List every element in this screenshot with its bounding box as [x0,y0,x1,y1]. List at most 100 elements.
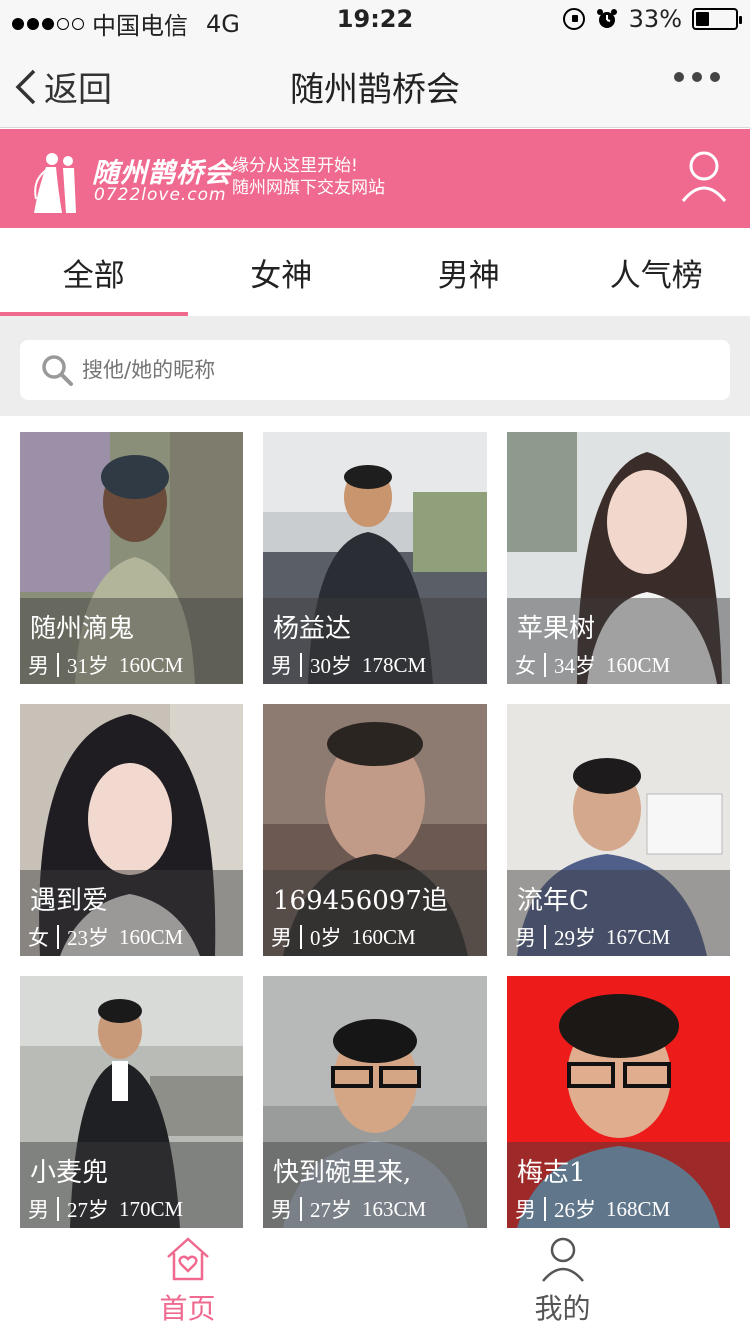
profile-gender: 女 [515,654,536,678]
tab-god[interactable]: 男神 [375,228,563,316]
profile-card[interactable]: 快到碗里来, 男 27岁 163CM [263,976,487,1228]
meta-divider [57,1197,59,1221]
profile-nickname: 杨益达 [273,614,352,644]
user-profile-icon[interactable] [680,149,728,205]
profile-age: 31岁 [67,654,109,678]
profile-info: 快到碗里来, 男 27岁 163CM [263,1142,487,1228]
page-title: 随州鹊桥会 [290,70,460,110]
profile-card[interactable]: 梅志1 男 26岁 168CM [507,976,730,1228]
profile-age: 29岁 [554,926,596,950]
profile-gender: 男 [28,654,49,678]
profile-card[interactable]: 随州滴鬼 男 31岁 160CM [20,432,243,684]
profile-height: 178CM [362,652,427,677]
meta-divider [57,653,59,677]
tab-goddess[interactable]: 女神 [188,228,376,316]
slogan: 缘分从这里开始! 随州网旗下交友网站 [232,155,385,199]
profile-gender: 女 [28,926,49,950]
meta-divider [544,1197,546,1221]
profile-gender: 男 [271,1198,292,1222]
tab-popularity[interactable]: 人气榜 [563,228,750,316]
profile-nickname: 遇到爱 [30,886,109,916]
meta-divider [300,653,302,677]
more-menu-button[interactable] [674,72,720,82]
profile-gender: 男 [515,1198,536,1222]
profile-meta: 男 0岁 160CM [271,922,416,952]
profile-height: 163CM [362,1196,427,1221]
meta-divider [544,925,546,949]
profile-info: 梅志1 男 26岁 168CM [507,1142,730,1228]
profile-meta: 男 29岁 167CM [515,922,670,952]
profile-age: 30岁 [310,654,352,678]
bottom-tab-label: 首页 [159,1292,216,1325]
home-heart-icon [166,1237,209,1281]
profile-nickname: 苹果树 [517,614,596,644]
slogan-line-2: 随州网旗下交友网站 [232,178,385,198]
meta-divider [544,653,546,677]
profile-card[interactable]: 杨益达 男 30岁 178CM [263,432,487,684]
bottom-tab-bar: 首页 我的 [0,1229,750,1334]
bottom-tab-mine[interactable]: 我的 [375,1229,750,1334]
profile-meta: 男 26岁 168CM [515,1194,670,1224]
profile-grid: 随州滴鬼 男 31岁 160CM 杨益达 男 30岁 178CM 苹果树 女 3… [20,432,730,1228]
profile-info: 小麦兜 男 27岁 170CM [20,1142,243,1228]
profile-age: 27岁 [310,1198,352,1222]
profile-age: 23岁 [67,926,109,950]
profile-meta: 男 31岁 160CM [28,650,183,680]
tab-all[interactable]: 全部 [0,228,188,316]
profile-nickname: 梅志1 [517,1158,586,1188]
couple-logo-icon [34,153,76,213]
bottom-tab-label: 我的 [534,1292,591,1325]
search-section [0,316,750,416]
meta-divider [300,1197,302,1221]
bottom-tab-home[interactable]: 首页 [0,1229,375,1334]
profile-age: 0岁 [310,926,342,950]
profile-age: 27岁 [67,1198,109,1222]
profile-meta: 女 23岁 160CM [28,922,183,952]
search-input[interactable] [82,358,682,382]
profile-info: 流年C 男 29岁 167CM [507,870,730,956]
alarm-icon [596,9,617,28]
nav-bar: 返回 随州鹊桥会 [0,40,750,128]
profile-card[interactable]: 遇到爱 女 23岁 160CM [20,704,243,956]
profile-gender: 男 [271,654,292,678]
battery-percent: 33% [628,5,682,33]
site-banner: 随州鹊桥会 0722love.com 缘分从这里开始! 随州网旗下交友网站 [0,129,750,228]
profile-info: 169456097追 男 0岁 160CM [263,870,487,956]
profile-nickname: 流年C [517,886,589,916]
profile-height: 160CM [119,924,184,949]
profile-height: 160CM [351,924,416,949]
search-box[interactable] [20,340,730,400]
rotation-lock-icon [562,8,585,30]
profile-height: 167CM [606,924,671,949]
profile-meta: 男 27岁 170CM [28,1194,183,1224]
profile-gender: 男 [28,1198,49,1222]
profile-info: 随州滴鬼 男 31岁 160CM [20,598,243,684]
more-dots-icon [674,72,684,82]
profile-gender: 男 [271,926,292,950]
search-icon [42,355,73,386]
profile-gender: 男 [515,926,536,950]
profile-nickname: 快到碗里来, [273,1158,412,1188]
profile-card[interactable]: 流年C 男 29岁 167CM [507,704,730,956]
profile-meta: 女 34岁 160CM [515,650,670,680]
profile-meta: 男 30岁 178CM [271,650,426,680]
profile-age: 34岁 [554,654,596,678]
status-bar: 中国电信 4G 19:22 33% [0,0,750,40]
profile-nickname: 小麦兜 [30,1158,109,1188]
filter-tabs: 全部 女神 男神 人气榜 [0,228,750,316]
profile-info: 苹果树 女 34岁 160CM [507,598,730,684]
profile-height: 170CM [119,1196,184,1221]
profile-card[interactable]: 苹果树 女 34岁 160CM [507,432,730,684]
person-icon [541,1237,584,1282]
profile-nickname: 随州滴鬼 [30,614,135,644]
battery-icon [692,8,742,30]
profile-nickname: 169456097追 [273,886,448,916]
profile-card[interactable]: 169456097追 男 0岁 160CM [263,704,487,956]
meta-divider [57,925,59,949]
profile-card[interactable]: 小麦兜 男 27岁 170CM [20,976,243,1228]
profile-height: 168CM [606,1196,671,1221]
meta-divider [300,925,302,949]
profile-height: 160CM [119,652,184,677]
profile-info: 杨益达 男 30岁 178CM [263,598,487,684]
profile-meta: 男 27岁 163CM [271,1194,426,1224]
